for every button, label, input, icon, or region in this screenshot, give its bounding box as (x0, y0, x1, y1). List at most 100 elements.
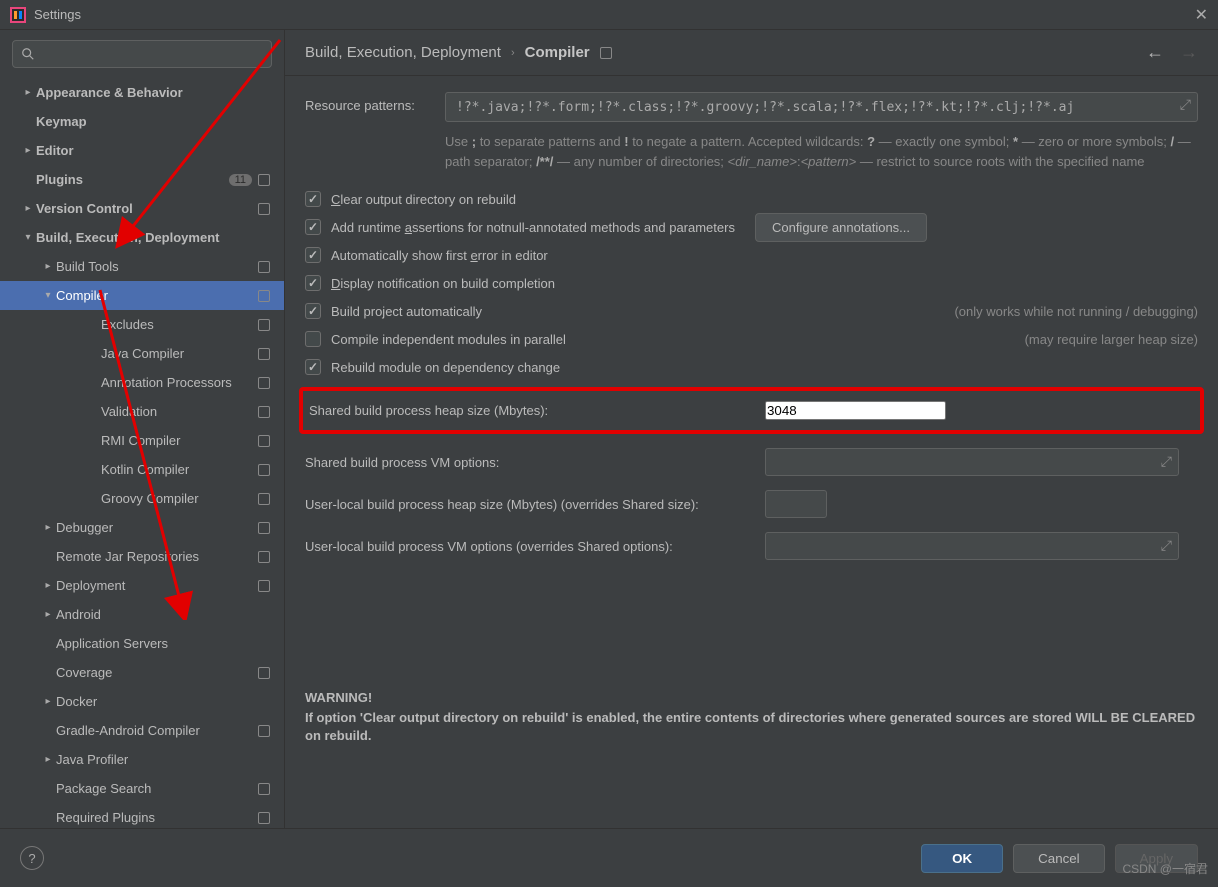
project-scope-icon (258, 319, 270, 331)
tree-item-deployment[interactable]: ▸Deployment (0, 571, 284, 600)
search-input[interactable] (39, 47, 263, 62)
tree-item-label: Editor (36, 143, 270, 158)
checkbox[interactable] (305, 275, 321, 291)
tree-item-annotation-processors[interactable]: Annotation Processors (0, 368, 284, 397)
resource-patterns-input[interactable]: !?*.java;!?*.form;!?*.class;!?*.groovy;!… (445, 92, 1198, 122)
tree-item-label: Java Compiler (101, 346, 258, 361)
breadcrumb-parent[interactable]: Build, Execution, Deployment (305, 44, 501, 61)
tree-item-label: RMI Compiler (101, 433, 258, 448)
project-scope-icon (258, 435, 270, 447)
project-scope-icon (258, 667, 270, 679)
project-scope-icon (258, 522, 270, 534)
checkbox[interactable] (305, 247, 321, 263)
checkbox-label: Rebuild module on dependency change (331, 360, 560, 375)
heap-size-input[interactable] (765, 401, 946, 420)
tree-item-compiler[interactable]: ▾Compiler (0, 281, 284, 310)
tree-item-label: Coverage (56, 665, 258, 680)
chevron-right-icon: ▸ (40, 609, 56, 620)
tree-item-editor[interactable]: ▸Editor (0, 136, 284, 165)
chevron-right-icon: ▸ (40, 754, 56, 765)
chevron-right-icon: ▸ (20, 87, 36, 98)
configure-annotations-button[interactable]: Configure annotations... (755, 213, 927, 242)
chevron-right-icon: ▸ (20, 203, 36, 214)
tree-item-keymap[interactable]: Keymap (0, 107, 284, 136)
checkbox-row: Add runtime assertions for notnull-annot… (305, 213, 1198, 241)
help-button[interactable]: ? (20, 846, 44, 870)
tree-item-java-profiler[interactable]: ▸Java Profiler (0, 745, 284, 774)
tree-item-appearance-behavior[interactable]: ▸Appearance & Behavior (0, 78, 284, 107)
tree-item-label: Kotlin Compiler (101, 462, 258, 477)
project-scope-icon (258, 203, 270, 215)
project-scope-icon (258, 783, 270, 795)
tree-item-excludes[interactable]: Excludes (0, 310, 284, 339)
checkbox-row: Build project automatically (only works w… (305, 297, 1198, 325)
tree-item-docker[interactable]: ▸Docker (0, 687, 284, 716)
tree-item-application-servers[interactable]: Application Servers (0, 629, 284, 658)
cancel-button[interactable]: Cancel (1013, 844, 1105, 873)
checkbox-label: Display notification on build completion (331, 276, 555, 291)
checkbox-label: Add runtime assertions for notnull-annot… (331, 220, 735, 235)
dialog-footer: ? OK Cancel Apply (0, 828, 1218, 887)
tree-item-java-compiler[interactable]: Java Compiler (0, 339, 284, 368)
tree-item-label: Groovy Compiler (101, 491, 258, 506)
project-scope-icon (258, 812, 270, 824)
chevron-right-icon: ▸ (40, 696, 56, 707)
checkbox-row: Rebuild module on dependency change (305, 353, 1198, 381)
checkbox-hint: (only works while not running / debuggin… (904, 304, 1198, 319)
tree-item-required-plugins[interactable]: Required Plugins (0, 803, 284, 828)
project-scope-icon (258, 261, 270, 273)
ok-button[interactable]: OK (921, 844, 1003, 873)
tree-item-groovy-compiler[interactable]: Groovy Compiler (0, 484, 284, 513)
chevron-right-icon: ▸ (40, 522, 56, 533)
tree-item-android[interactable]: ▸Android (0, 600, 284, 629)
breadcrumb: Build, Execution, Deployment › Compiler … (285, 30, 1218, 76)
search-icon (21, 47, 35, 61)
tree-item-gradle-android-compiler[interactable]: Gradle-Android Compiler (0, 716, 284, 745)
settings-tree[interactable]: ▸Appearance & BehaviorKeymap▸EditorPlugi… (0, 78, 284, 828)
checkbox[interactable] (305, 219, 321, 235)
tree-item-build-tools[interactable]: ▸Build Tools (0, 252, 284, 281)
expand-icon[interactable]: ⤢ (1161, 453, 1172, 470)
tree-item-remote-jar-repositories[interactable]: Remote Jar Repositories (0, 542, 284, 571)
checkbox[interactable] (305, 303, 321, 319)
project-scope-icon (258, 348, 270, 360)
tree-item-rmi-compiler[interactable]: RMI Compiler (0, 426, 284, 455)
badge: 11 (229, 174, 252, 186)
heap-size-label: Shared build process heap size (Mbytes): (309, 403, 765, 418)
checkbox-row: Automatically show first error in editor (305, 241, 1198, 269)
chevron-right-icon: ▸ (40, 580, 56, 591)
tree-item-kotlin-compiler[interactable]: Kotlin Compiler (0, 455, 284, 484)
tree-item-package-search[interactable]: Package Search (0, 774, 284, 803)
back-button[interactable]: ← (1146, 42, 1164, 63)
tree-item-plugins[interactable]: Plugins11 (0, 165, 284, 194)
project-scope-icon (258, 551, 270, 563)
checkbox[interactable] (305, 191, 321, 207)
expand-icon[interactable]: ⤢ (1180, 97, 1191, 113)
tree-item-label: Android (56, 607, 270, 622)
checkbox-hint: (may require larger heap size) (975, 332, 1198, 347)
tree-item-label: Excludes (101, 317, 258, 332)
user-vm-input[interactable]: ⤢ (765, 532, 1179, 560)
checkbox-row: Display notification on build completion (305, 269, 1198, 297)
project-scope-icon (258, 377, 270, 389)
tree-item-version-control[interactable]: ▸Version Control (0, 194, 284, 223)
search-input-wrap[interactable] (12, 40, 272, 68)
tree-item-validation[interactable]: Validation (0, 397, 284, 426)
tree-item-label: Java Profiler (56, 752, 270, 767)
tree-item-build-execution-deployment[interactable]: ▾Build, Execution, Deployment (0, 223, 284, 252)
checkbox-label: Build project automatically (331, 304, 482, 319)
user-heap-input[interactable] (765, 490, 827, 518)
project-scope-icon (258, 174, 270, 186)
tree-item-label: Plugins (36, 172, 229, 187)
checkbox[interactable] (305, 359, 321, 375)
titlebar: Settings ✕ (0, 0, 1218, 30)
tree-item-label: Build, Execution, Deployment (36, 230, 270, 245)
tree-item-coverage[interactable]: Coverage (0, 658, 284, 687)
tree-item-debugger[interactable]: ▸Debugger (0, 513, 284, 542)
expand-icon[interactable]: ⤢ (1161, 537, 1172, 554)
close-icon[interactable]: ✕ (1195, 5, 1208, 25)
vm-options-input[interactable]: ⤢ (765, 448, 1179, 476)
breadcrumb-current: Compiler (525, 44, 590, 61)
checkbox[interactable] (305, 331, 321, 347)
tree-item-label: Deployment (56, 578, 258, 593)
